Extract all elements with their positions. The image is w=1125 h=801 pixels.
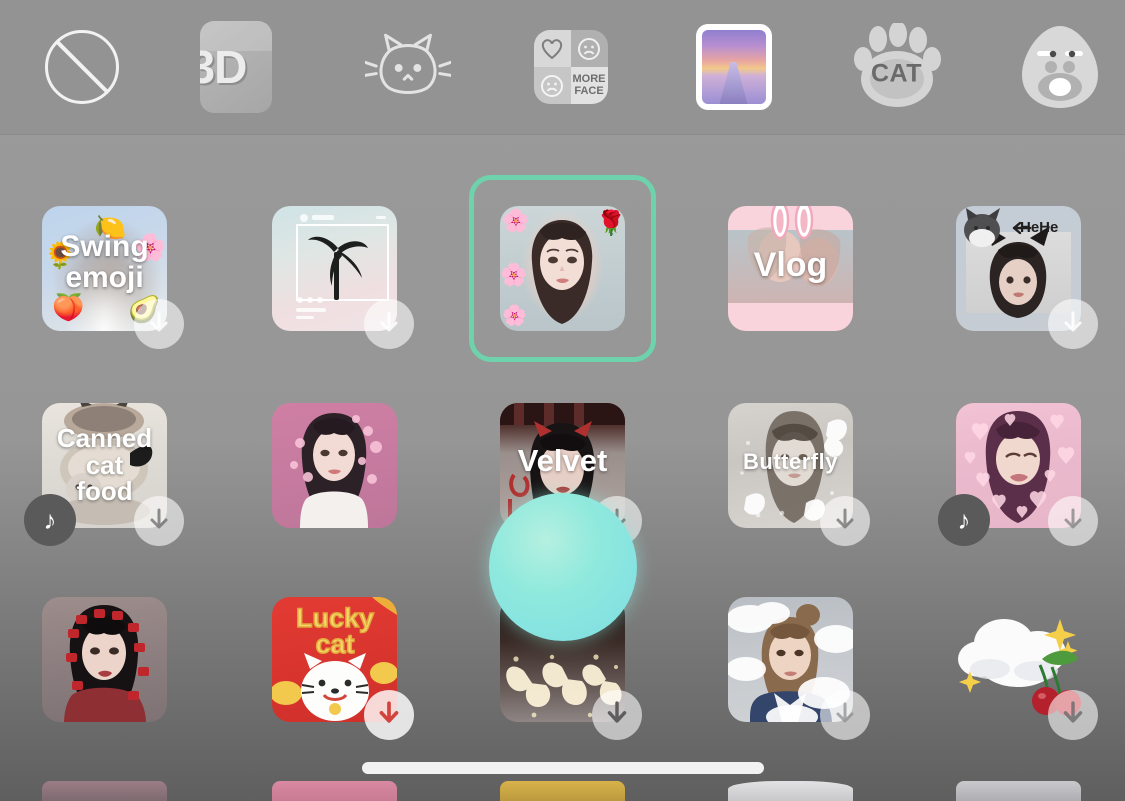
- sticker-item-swing-emoji[interactable]: 🍋 🌸 🌻 🍑 🥑 Swing emoji: [42, 206, 184, 349]
- category-item-none[interactable]: [0, 0, 163, 134]
- sticker-picker-screen: 3D: [0, 0, 1125, 801]
- cat-sketch-icon: [364, 24, 451, 110]
- category-item-funny[interactable]: [978, 0, 1125, 134]
- sticker-item-vlog[interactable]: Vlog: [728, 206, 853, 331]
- download-badge[interactable]: [134, 496, 184, 546]
- sticker-item-hehe-cat[interactable]: HeHe: [956, 206, 1098, 349]
- sticker-item-partial[interactable]: [956, 781, 1081, 801]
- sticker-item-lucky-cat[interactable]: Lucky cat: [272, 597, 414, 740]
- sticker-item-red-hair-clips[interactable]: [42, 597, 167, 722]
- home-indicator[interactable]: [361, 762, 764, 774]
- music-note-icon: ♪: [957, 504, 971, 535]
- heart-icon: [533, 30, 571, 67]
- category-item-photo[interactable]: [652, 0, 815, 134]
- download-badge[interactable]: [592, 690, 642, 740]
- sticker-item-cloud-cherry[interactable]: [956, 597, 1098, 740]
- sticker-item-canned-cat-food[interactable]: Canned cat food ♪: [24, 403, 184, 546]
- category-item-3d[interactable]: 3D: [163, 0, 326, 134]
- sticker-item-partial[interactable]: [728, 781, 853, 801]
- download-badge[interactable]: [820, 690, 870, 740]
- sticker-thumbnail: [42, 597, 167, 722]
- category-item-cat-draw[interactable]: [326, 0, 489, 134]
- sad-face-icon: [570, 30, 608, 67]
- cat-paw-icon: CAT: [853, 21, 941, 110]
- 3d-icon-label: 3D: [200, 41, 248, 93]
- sticker-item-partial[interactable]: [42, 781, 167, 801]
- category-item-more-face[interactable]: MORE FACE: [489, 0, 652, 134]
- sticker-item-rose-portrait[interactable]: 🌸 🌹 🌸 🌸: [469, 175, 656, 362]
- more-face-icon: MORE FACE: [528, 24, 614, 110]
- download-badge[interactable]: [364, 690, 414, 740]
- download-badge[interactable]: [364, 299, 414, 349]
- 3d-card-icon: 3D: [199, 21, 288, 113]
- more-face-label: MORE FACE: [572, 72, 606, 97]
- download-badge[interactable]: [134, 299, 184, 349]
- sticker-item-butterfly[interactable]: Butterfly: [728, 403, 870, 546]
- sticker-item-palm-frame[interactable]: [272, 206, 414, 349]
- funny-face-icon: [1017, 24, 1103, 110]
- sad-face-icon-2: [533, 67, 571, 104]
- sticker-item-heart-bokeh[interactable]: ♪: [938, 403, 1098, 546]
- download-badge[interactable]: [1048, 496, 1098, 546]
- svg-text:cat: cat: [315, 629, 354, 659]
- category-item-cat[interactable]: CAT: [815, 0, 978, 134]
- download-badge[interactable]: [1048, 299, 1098, 349]
- sticker-thumbnail: [728, 206, 853, 331]
- sticker-item-partial[interactable]: [272, 781, 397, 801]
- sticker-thumbnail: [272, 403, 397, 528]
- prohibited-icon: [39, 24, 125, 110]
- photo-sunset-icon: [691, 24, 777, 110]
- download-badge[interactable]: [820, 496, 870, 546]
- music-note-icon: ♪: [43, 504, 57, 535]
- category-bar[interactable]: 3D: [0, 0, 1125, 135]
- sticker-thumbnail: 🌸 🌹 🌸 🌸: [500, 206, 625, 331]
- cat-icon-label: CAT: [870, 59, 923, 88]
- music-badge[interactable]: ♪: [938, 494, 990, 546]
- sticker-grid[interactable]: 🍋 🌸 🌻 🍑 🥑 Swing emoji: [0, 135, 1125, 801]
- sticker-item-sakura-girl[interactable]: [272, 403, 397, 528]
- sticker-grid-next-row-partial: [0, 781, 1125, 801]
- music-badge[interactable]: ♪: [24, 494, 76, 546]
- sticker-item-cloud-girl[interactable]: [728, 597, 870, 740]
- touch-indicator: [489, 493, 637, 641]
- download-badge[interactable]: [1048, 690, 1098, 740]
- sticker-item-partial[interactable]: [500, 781, 625, 801]
